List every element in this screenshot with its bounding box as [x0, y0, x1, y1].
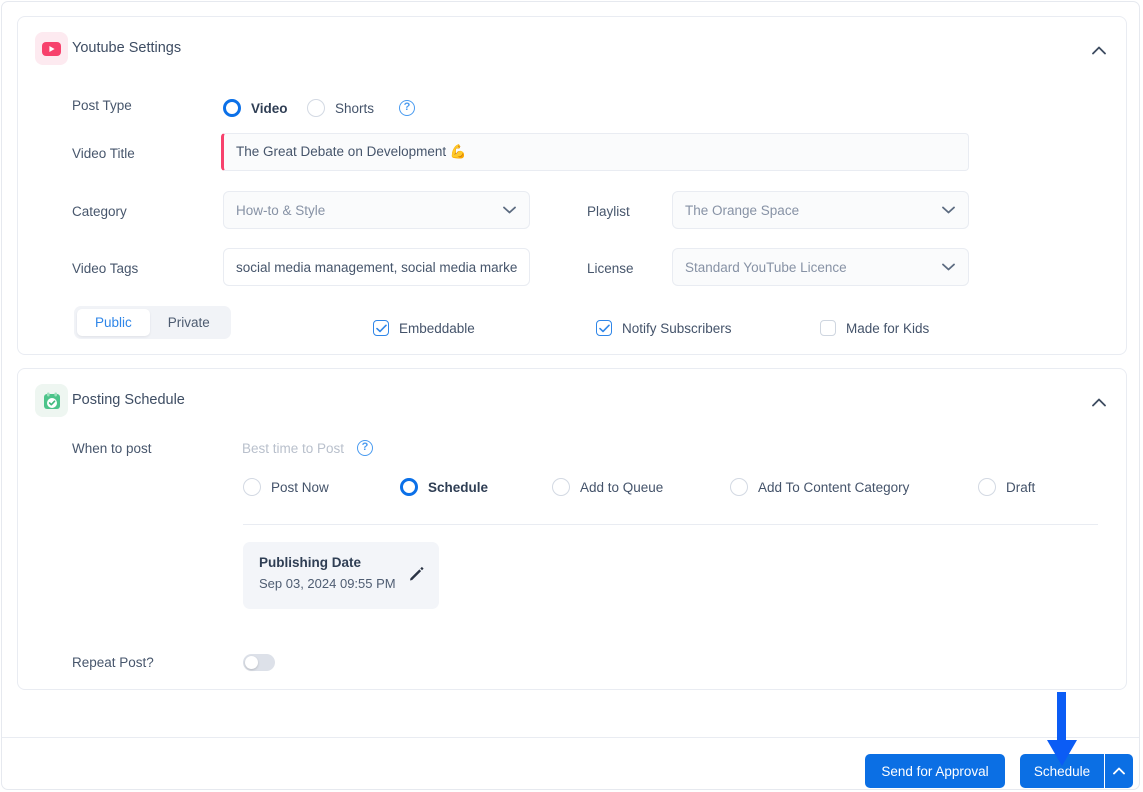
checkbox-indicator: [373, 320, 389, 336]
radio-label: Post Now: [271, 479, 329, 495]
repeat-post-toggle[interactable]: [243, 654, 275, 671]
visibility-option-private[interactable]: Private: [150, 309, 228, 336]
category-label: Category: [72, 204, 127, 219]
publishing-date-value: Sep 03, 2024 09:55 PM: [259, 576, 396, 591]
publishing-date-card[interactable]: Publishing Date Sep 03, 2024 09:55 PM: [243, 542, 439, 609]
video-title-label: Video Title: [72, 146, 135, 161]
publishing-date-title: Publishing Date: [259, 555, 362, 570]
checkbox-embeddable[interactable]: Embeddable: [373, 320, 475, 336]
footer-divider: [2, 737, 1139, 738]
calendar-check-icon: [35, 384, 68, 417]
chevron-down-icon: [942, 263, 955, 271]
chevron-down-icon: [942, 206, 955, 214]
schedule-button[interactable]: Schedule: [1020, 754, 1104, 788]
radio-indicator: [730, 478, 748, 496]
checkbox-made-for-kids[interactable]: Made for Kids: [820, 320, 929, 336]
radio-indicator: [552, 478, 570, 496]
radio-schedule[interactable]: Schedule: [400, 478, 488, 496]
radio-label: Draft: [1006, 479, 1036, 495]
visibility-segmented-control: Public Private: [74, 306, 231, 339]
radio-post-type-video[interactable]: Video: [223, 99, 288, 117]
youtube-icon: [35, 32, 68, 65]
when-to-post-label: When to post: [72, 441, 152, 456]
post-type-help-circle-icon[interactable]: ?: [399, 100, 415, 116]
radio-label: Schedule: [428, 479, 489, 495]
radio-post-now[interactable]: Post Now: [243, 478, 329, 496]
toggle-knob: [245, 656, 258, 669]
license-label: License: [587, 261, 634, 276]
radio-label: Add to Queue: [580, 479, 664, 495]
radio-post-type-shorts[interactable]: Shorts: [307, 99, 374, 117]
youtube-settings-panel: Youtube Settings Post Type Video Shorts …: [17, 16, 1127, 355]
publishing-date-pencil-icon[interactable]: [408, 565, 425, 587]
chevron-down-icon: [503, 206, 516, 214]
category-select[interactable]: How-to & Style: [223, 191, 530, 229]
radio-indicator: [243, 478, 261, 496]
youtube-panel-header: Youtube Settings: [18, 17, 1126, 81]
schedule-dropdown-chevron-up-icon[interactable]: [1104, 754, 1133, 788]
radio-label: Add To Content Category: [758, 479, 910, 495]
radio-add-to-content-category[interactable]: Add To Content Category: [730, 478, 909, 496]
checkbox-indicator: [596, 320, 612, 336]
schedule-panel-title: Posting Schedule: [72, 392, 185, 408]
checkbox-indicator: [820, 320, 836, 336]
posting-schedule-panel: Posting Schedule When to post Best time …: [17, 368, 1127, 690]
radio-draft[interactable]: Draft: [978, 478, 1035, 496]
youtube-panel-collapse-chevron-up-icon[interactable]: [1086, 37, 1112, 63]
post-type-radio-group: Video Shorts ?: [223, 99, 423, 119]
radio-label: Video: [251, 100, 288, 116]
app-window: Youtube Settings Post Type Video Shorts …: [1, 1, 1140, 790]
schedule-panel-header: Posting Schedule: [18, 369, 1126, 433]
send-for-approval-button[interactable]: Send for Approval: [865, 754, 1005, 788]
repeat-post-label: Repeat Post?: [72, 655, 154, 670]
video-tags-label: Video Tags: [72, 261, 139, 276]
radio-add-to-queue[interactable]: Add to Queue: [552, 478, 663, 496]
checkbox-label: Made for Kids: [846, 320, 930, 336]
license-select[interactable]: Standard YouTube Licence: [672, 248, 969, 286]
video-tags-input[interactable]: social media management, social media ma…: [223, 248, 530, 286]
best-time-to-post-label: Best time to Post: [242, 441, 345, 456]
schedule-divider: [243, 524, 1098, 525]
checkbox-notify-subscribers[interactable]: Notify Subscribers: [596, 320, 732, 336]
video-title-input[interactable]: The Great Debate on Development 💪: [221, 133, 969, 171]
post-type-label: Post Type: [72, 98, 132, 113]
checkbox-label: Notify Subscribers: [622, 320, 732, 336]
playlist-label: Playlist: [587, 204, 630, 219]
best-time-help-circle-icon[interactable]: ?: [357, 440, 373, 456]
schedule-panel-collapse-chevron-up-icon[interactable]: [1086, 389, 1112, 415]
radio-label: Shorts: [335, 100, 375, 116]
radio-indicator: [307, 99, 325, 117]
radio-indicator: [978, 478, 996, 496]
youtube-panel-title: Youtube Settings: [72, 40, 182, 56]
radio-indicator: [400, 478, 418, 496]
visibility-option-public[interactable]: Public: [77, 309, 150, 336]
playlist-select[interactable]: The Orange Space: [672, 191, 969, 229]
playlist-select-value: The Orange Space: [685, 202, 800, 218]
license-select-value: Standard YouTube Licence: [685, 259, 847, 275]
checkbox-label: Embeddable: [399, 320, 475, 336]
radio-indicator: [223, 99, 241, 117]
category-select-value: How-to & Style: [236, 202, 326, 218]
